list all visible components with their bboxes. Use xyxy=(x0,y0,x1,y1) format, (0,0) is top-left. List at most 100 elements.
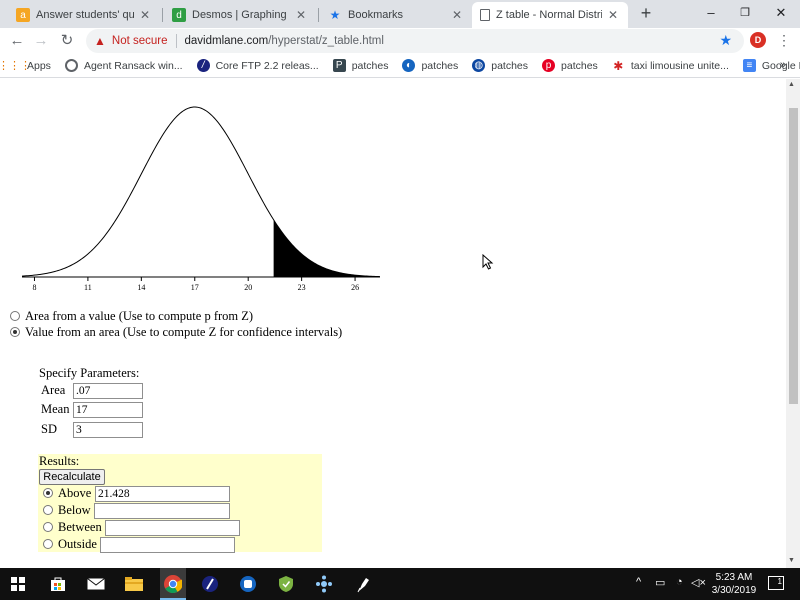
patches-icon: ◍ xyxy=(472,59,486,72)
bookmark-label: patches xyxy=(421,59,459,72)
tab-label: Answer students' questio xyxy=(36,9,134,21)
x-tick-label: 26 xyxy=(351,283,359,292)
page-content: 8 11 14 17 20 23 26 Area from a value (Use to … xyxy=(0,79,786,568)
area-label: Area xyxy=(41,383,66,397)
tab-desmos[interactable]: d Desmos | Graphing Calcu ✕ xyxy=(164,2,316,28)
result-label-outside: Outside xyxy=(58,537,97,551)
app-taskbar-icon[interactable] xyxy=(236,572,260,596)
browser-toolbar: ← → ↻ ▲ Not secure davidmlane.com /hyper… xyxy=(0,28,800,54)
url-host: davidmlane.com xyxy=(184,35,269,47)
bookmark-label: patches xyxy=(491,59,529,72)
mail-icon[interactable] xyxy=(84,572,108,596)
tab-label: Bookmarks xyxy=(348,9,404,21)
mouse-cursor-icon xyxy=(482,254,494,270)
area-input[interactable]: .07 xyxy=(73,383,143,399)
network-app-icon[interactable] xyxy=(312,572,336,596)
profile-avatar[interactable]: D xyxy=(750,32,766,48)
tab-z-table[interactable]: Z table - Normal Distribu ✕ xyxy=(472,2,628,28)
sd-input[interactable]: 3 xyxy=(73,422,143,438)
show-hidden-icons-chevron-icon[interactable]: ^ xyxy=(636,576,641,588)
chrome-taskbar-icon[interactable] xyxy=(160,568,186,600)
bookmark-star-icon[interactable]: ★ xyxy=(719,32,732,49)
store-icon[interactable] xyxy=(46,572,70,596)
mode-radio-value-from-area[interactable] xyxy=(10,327,20,337)
address-bar[interactable]: ▲ Not secure davidmlane.com /hyperstat/z… xyxy=(86,29,744,53)
tab-separator xyxy=(162,8,163,22)
result-radio-below[interactable] xyxy=(43,505,53,515)
bookmark-patches-1[interactable]: P patches xyxy=(332,59,389,72)
minimize-button[interactable]: – xyxy=(694,3,728,23)
security-label[interactable]: Not secure xyxy=(112,35,168,47)
close-icon[interactable]: ✕ xyxy=(138,8,152,22)
result-radio-above[interactable] xyxy=(43,488,53,498)
close-icon[interactable]: ✕ xyxy=(606,8,620,22)
tab-chegg[interactable]: a Answer students' questio ✕ xyxy=(8,2,160,28)
result-label-between: Between xyxy=(58,520,102,534)
result-radio-outside[interactable] xyxy=(43,539,53,549)
scrollbar-thumb[interactable] xyxy=(789,108,798,404)
bookmarks-overflow-button[interactable]: » xyxy=(780,59,786,71)
result-input-above[interactable]: 21.428 xyxy=(95,486,230,502)
restore-button[interactable]: ❐ xyxy=(728,3,762,23)
desmos-icon: d xyxy=(172,8,186,22)
result-label-above: Above xyxy=(58,486,92,500)
mode-label-value-from-area: Value from an area (Use to compute Z for… xyxy=(25,325,343,339)
clock-date: 3/30/2019 xyxy=(711,585,757,596)
clock-time: 5:23 AM xyxy=(715,572,753,583)
tab-separator xyxy=(318,8,319,22)
bookmark-patches-4[interactable]: p patches xyxy=(542,59,598,72)
scroll-down-icon[interactable]: ▼ xyxy=(788,557,795,564)
url-path: /hyperstat/z_table.html xyxy=(268,35,384,47)
tab-bookmarks[interactable]: ★ Bookmarks ✕ xyxy=(320,2,472,28)
bookmark-patches-2[interactable]: ◐ patches xyxy=(402,59,458,72)
core-ftp-taskbar-icon[interactable] xyxy=(198,572,222,596)
battery-icon[interactable]: ▭ xyxy=(655,576,665,589)
patches-icon: P xyxy=(332,59,346,72)
bookmark-agent-ransack[interactable]: Agent Ransack win... xyxy=(64,59,183,72)
close-icon[interactable]: ✕ xyxy=(450,8,464,22)
tab-label: Z table - Normal Distribu xyxy=(496,9,602,21)
menu-icon[interactable]: ⋮ xyxy=(776,30,792,50)
wifi-icon[interactable]: ◔ xyxy=(676,576,683,588)
bookmark-taxi[interactable]: ✱ taxi limousine unite... xyxy=(612,58,729,73)
close-icon[interactable]: ✕ xyxy=(294,8,308,22)
yelp-icon: ✱ xyxy=(613,58,624,73)
star-icon: ★ xyxy=(329,8,341,22)
mean-label: Mean xyxy=(41,402,70,416)
result-input-outside[interactable] xyxy=(100,537,235,553)
windows-start-icon[interactable] xyxy=(6,572,30,596)
core-ftp-icon: / xyxy=(196,59,210,72)
security-shield-icon[interactable] xyxy=(274,572,298,596)
bookmark-label: patches xyxy=(351,59,389,72)
x-tick-label: 14 xyxy=(137,283,145,292)
new-tab-button[interactable]: + xyxy=(636,4,656,24)
x-tick-label: 11 xyxy=(84,283,92,292)
system-clock[interactable]: 5:23 AM 3/30/2019 xyxy=(706,571,762,597)
result-input-between[interactable] xyxy=(105,520,240,536)
apps-icon: ⋮⋮⋮ xyxy=(0,60,31,72)
x-tick-label: 8 xyxy=(32,283,36,292)
patches-icon: ◐ xyxy=(402,59,416,72)
bookmark-google-news[interactable]: ≡ Google News xyxy=(742,59,800,72)
mode-radio-area-from-value[interactable] xyxy=(10,311,20,321)
back-button[interactable]: ← xyxy=(6,30,28,52)
bookmarks-bar: ⋮⋮⋮ Apps Agent Ransack win... / Core FTP… xyxy=(0,54,800,78)
pen-tool-icon[interactable] xyxy=(352,572,376,596)
result-radio-between[interactable] xyxy=(43,522,53,532)
forward-button[interactable]: → xyxy=(30,30,52,52)
bookmark-patches-3[interactable]: ◍ patches xyxy=(472,59,528,72)
reload-button[interactable]: ↻ xyxy=(56,30,78,52)
volume-icon[interactable]: ◁× xyxy=(691,576,706,589)
bookmark-apps[interactable]: ⋮⋮⋮ Apps xyxy=(0,59,51,73)
bookmark-label: taxi limousine unite... xyxy=(630,59,729,72)
window-close-button[interactable]: ✕ xyxy=(764,3,798,23)
bookmark-core-ftp[interactable]: / Core FTP 2.2 releas... xyxy=(196,59,319,72)
result-input-below[interactable] xyxy=(94,503,230,519)
results-heading: Results: xyxy=(39,454,80,468)
mean-input[interactable]: 17 xyxy=(73,402,143,418)
notifications-icon[interactable]: 1 xyxy=(768,576,784,590)
file-explorer-icon[interactable] xyxy=(122,572,146,596)
scroll-up-icon[interactable]: ▲ xyxy=(788,81,795,88)
taskbar: ^ ▭ ◔ ◁× 5:23 AM 3/30/2019 1 xyxy=(0,568,800,600)
recalculate-button[interactable]: Recalculate xyxy=(39,469,105,485)
